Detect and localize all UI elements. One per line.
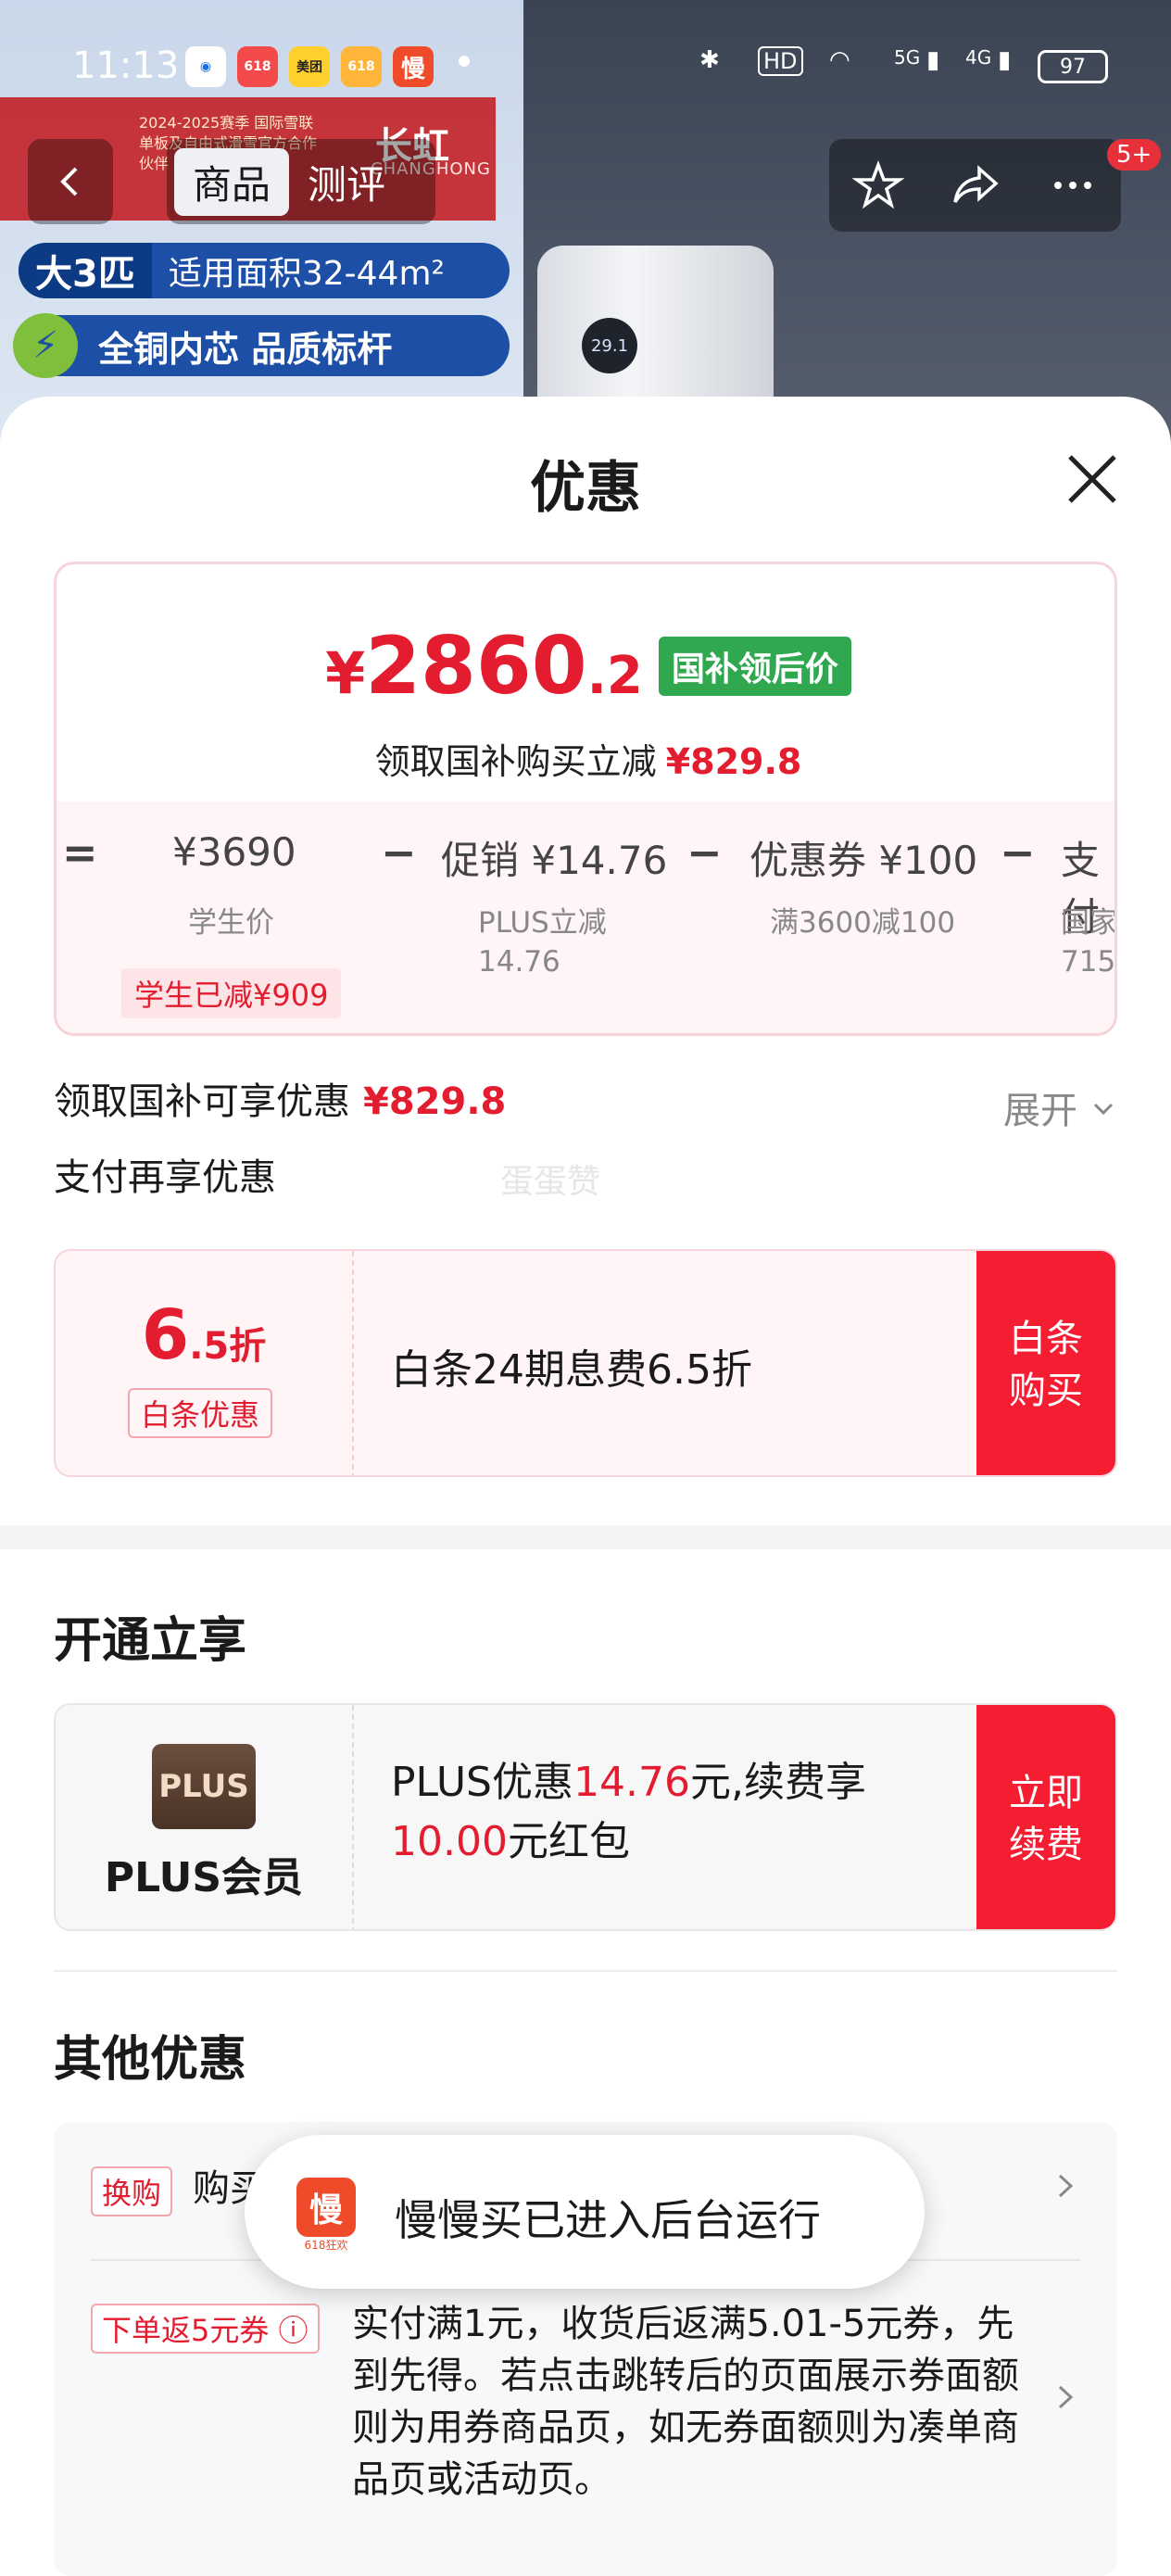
background-run-toast: 慢 618狂欢 慢慢买已进入后台运行	[245, 2135, 925, 2289]
breakdown-op: −	[1000, 827, 1036, 878]
other-section-title: 其他优惠	[54, 2032, 247, 2088]
open-section-title: 开通立享	[54, 1613, 247, 1669]
status-time: 11:13	[72, 44, 180, 87]
manmanmai-app-icon: 慢	[296, 2178, 356, 2237]
nav-actions	[829, 139, 1121, 232]
breakdown-label: PLUS立减 14.76	[478, 906, 607, 979]
hd-icon: HD	[758, 46, 803, 76]
section-divider	[0, 1525, 1171, 1549]
plus-renew-button[interactable]: 立即 续费	[976, 1705, 1115, 1929]
price-subtitle-text: 领取国补购买立减	[374, 741, 657, 782]
signal-4g-icon: 4G	[965, 46, 992, 69]
chevron-right-icon	[1058, 2174, 1074, 2198]
battery-icon: 97	[1038, 50, 1108, 83]
plus-renew-label: 立即 续费	[1009, 1772, 1083, 1866]
signal-bars-icon-2: ▮	[998, 46, 1012, 74]
breakdown-label: 学生价	[188, 906, 274, 940]
baitiao-rate-big: 6	[141, 1295, 190, 1375]
tab-review[interactable]: 测评	[289, 148, 404, 216]
plus-amount-1: 14.76	[573, 1759, 690, 1806]
gov-subsidy-row: 领取国补可享优惠 ¥829.8	[54, 1071, 506, 1125]
breakdown-op: −	[381, 827, 417, 878]
breakdown-op: −	[686, 827, 723, 878]
price-subtitle: 领取国补购买立减 ¥829.8	[57, 733, 1114, 784]
status-bar: 11:13 ◉ 618 美团 618 慢 ✱ HD ◠ 5G ▮ 4G ▮ 97	[0, 37, 1171, 102]
baitiao-tag: 白条优惠	[128, 1388, 273, 1438]
notification-dot	[459, 56, 470, 67]
chevron-down-icon	[1093, 1103, 1113, 1116]
baitiao-rate-small: .5折	[189, 1325, 267, 1368]
toast-text: 慢慢买已进入后台运行	[395, 2195, 821, 2245]
plus-logo: PLUS	[152, 1744, 256, 1829]
area-text: 适用面积32-44m²	[168, 255, 445, 293]
price-currency: ¥	[325, 639, 366, 707]
final-price: ¥2860.2 国补领后价	[57, 620, 1114, 713]
plus-left: PLUS PLUS会员	[56, 1705, 354, 1929]
ac-display: 29.1	[582, 318, 637, 373]
price-breakdown: = ¥3690 学生价 学生已减¥909 − 促销 ¥14.76 PLUS立减 …	[57, 802, 1117, 1033]
offer-tag: 下单返5元券 ⓘ	[91, 2304, 320, 2354]
wifi-icon: ◠	[829, 46, 850, 74]
expand-button[interactable]: 展开	[1003, 1080, 1117, 1134]
bolt-icon: ⚡	[13, 313, 78, 378]
plus-text-a: PLUS优惠	[391, 1759, 573, 1806]
breakdown-op: =	[62, 827, 98, 878]
share-icon[interactable]	[950, 159, 1001, 211]
back-button[interactable]	[28, 139, 113, 224]
plus-card[interactable]: PLUS PLUS会员 PLUS优惠14.76元,续费享 10.00元红包 立即 …	[54, 1703, 1117, 1931]
bluetooth-icon: ✱	[699, 46, 720, 74]
price-integer: 2860	[365, 620, 587, 713]
watermark: 蛋蛋赞	[500, 1163, 601, 1201]
baitiao-buy-button[interactable]: 白条 购买	[976, 1251, 1115, 1475]
plus-text-c: 元红包	[507, 1818, 630, 1865]
more-icon[interactable]	[1047, 159, 1099, 211]
close-icon[interactable]	[1061, 448, 1124, 511]
gov-subsidy-label: 领取国补可享优惠	[54, 1080, 350, 1123]
plus-name: PLUS会员	[104, 1854, 304, 1901]
breakdown-label: 满3600减100	[770, 906, 956, 940]
signal-bars-icon: ▮	[926, 46, 940, 74]
copper-pill: ⚡ 全铜内芯 品质标杆	[13, 313, 510, 378]
back-arrow-icon	[60, 167, 78, 196]
star-icon[interactable]	[851, 159, 904, 211]
expand-label: 展开	[1003, 1090, 1077, 1132]
tab-goods[interactable]: 商品	[174, 147, 290, 216]
plus-text-b: 元,续费享	[689, 1759, 866, 1806]
offer-text: 实付满1元，收货后返满5.01-5元券，先到先得。若点击跳转后的页面展示券面额则…	[352, 2303, 1019, 2501]
nav-tabs: 商品 测评	[167, 139, 435, 224]
breakdown-label: 国家 715.	[1061, 906, 1117, 979]
baitiao-left: 6.5折 白条优惠	[56, 1251, 354, 1475]
student-discount-pill: 学生已减¥909	[121, 968, 342, 1018]
app-icon-meituan: 美团	[289, 46, 330, 87]
baitiao-rate: 6.5折	[56, 1295, 352, 1375]
baitiao-card[interactable]: 6.5折 白条优惠 白条24期息费6.5折 白条 购买	[54, 1249, 1117, 1477]
signal-5g-icon: 5G	[894, 46, 921, 69]
breakdown-value: 促销 ¥14.76	[441, 838, 668, 883]
app-icon-manmanmai: 慢	[393, 46, 434, 87]
price-decimal: .2	[586, 646, 643, 706]
app-icon-618: 618	[237, 46, 278, 87]
baitiao-buy-label: 白条 购买	[1009, 1318, 1083, 1412]
breakdown-value: 优惠券 ¥100	[749, 838, 978, 883]
sheet-title: 优惠	[530, 456, 641, 521]
divider-line	[54, 1970, 1117, 1972]
hp-badge: 大3匹	[19, 243, 152, 298]
price-card: ¥2860.2 国补领后价 领取国补购买立减 ¥829.8 = ¥3690 学生价…	[54, 562, 1117, 1036]
plus-amount-2: 10.00	[391, 1818, 508, 1865]
copper-text: 全铜内芯 品质标杆	[98, 328, 393, 370]
pay-discount-label: 支付再享优惠	[54, 1156, 276, 1199]
price-subtitle-amount: ¥829.8	[665, 741, 802, 782]
gov-subsidy-amount: ¥829.8	[363, 1080, 507, 1123]
chevron-right-icon	[1058, 2385, 1074, 2409]
baitiao-text: 白条24期息费6.5折	[391, 1346, 752, 1394]
gov-subsidy-tag: 国补领后价	[658, 637, 851, 696]
plus-text: PLUS优惠14.76元,续费享 10.00元红包	[391, 1753, 910, 1872]
app-icon-618b: 618	[341, 46, 382, 87]
breakdown-value: ¥3690	[172, 829, 296, 875]
message-badge: 5+	[1107, 139, 1162, 170]
app-icon-manager: ◉	[185, 46, 226, 87]
offer-tag: 换购	[91, 2166, 173, 2216]
area-pill: 大3匹 适用面积32-44m²	[19, 243, 510, 298]
toast-icon-caption: 618狂欢	[304, 2239, 348, 2252]
